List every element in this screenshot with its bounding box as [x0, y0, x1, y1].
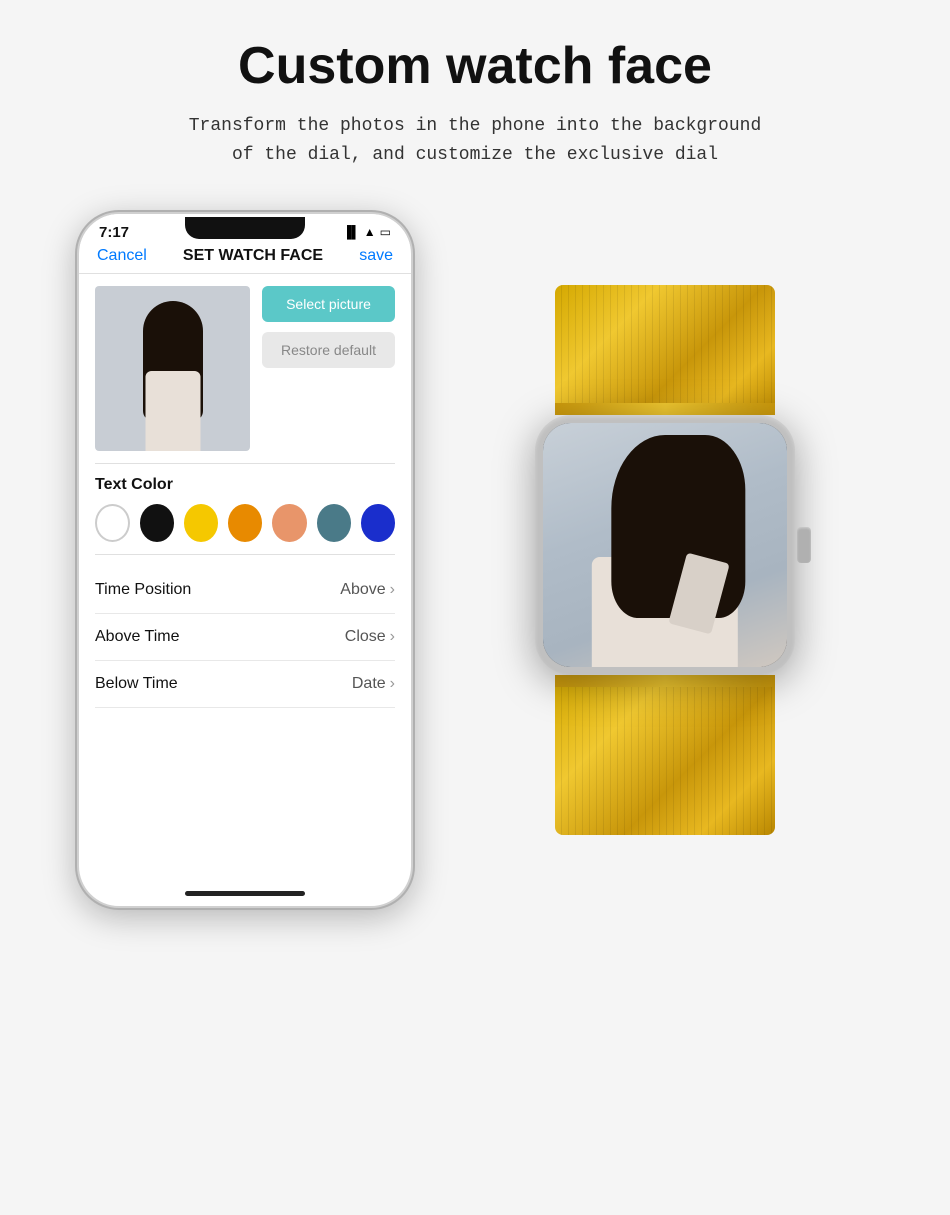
- above-time-label: Above Time: [95, 628, 179, 646]
- watch-body: [535, 415, 795, 675]
- section-divider-2: [95, 554, 395, 555]
- home-indicator: [185, 891, 305, 896]
- restore-default-button[interactable]: Restore default: [262, 332, 395, 368]
- color-teal[interactable]: [317, 504, 351, 542]
- text-color-label: Text Color: [95, 476, 395, 494]
- save-button[interactable]: save: [359, 247, 393, 265]
- page-subtitle: Transform the photos in the phone into t…: [189, 112, 762, 170]
- screen-title: SET WATCH FACE: [183, 247, 323, 265]
- above-time-value: Close ›: [345, 628, 395, 646]
- color-white[interactable]: [95, 504, 130, 542]
- chevron-icon-2: ›: [390, 628, 395, 646]
- phone-device: 7:17 ▐▌ ▲ ▭ Cancel SET WATCH FACE save: [75, 210, 415, 910]
- signal-icon: ▐▌: [343, 225, 360, 239]
- band-top-detail: [555, 403, 775, 415]
- settings-row-below-time[interactable]: Below Time Date ›: [95, 661, 395, 708]
- color-peach[interactable]: [272, 504, 306, 542]
- chevron-icon: ›: [390, 581, 395, 599]
- page-title: Custom watch face: [238, 36, 712, 96]
- action-buttons: Select picture Restore default: [262, 286, 395, 368]
- below-time-value: Date ›: [352, 675, 395, 693]
- color-yellow[interactable]: [184, 504, 218, 542]
- band-bottom-detail: [555, 675, 775, 687]
- watch-screen: [543, 423, 787, 667]
- wifi-icon: ▲: [364, 225, 376, 239]
- devices-row: 7:17 ▐▌ ▲ ▭ Cancel SET WATCH FACE save: [0, 210, 950, 910]
- color-orange[interactable]: [228, 504, 262, 542]
- time-position-label: Time Position: [95, 581, 191, 599]
- watch-device: [455, 210, 875, 910]
- select-picture-button[interactable]: Select picture: [262, 286, 395, 322]
- color-black[interactable]: [140, 504, 174, 542]
- settings-row-above-time[interactable]: Above Time Close ›: [95, 614, 395, 661]
- image-buttons-row: Select picture Restore default: [95, 286, 395, 451]
- color-swatches: [95, 504, 395, 542]
- time-position-value: Above ›: [340, 581, 395, 599]
- phone-notch: [185, 217, 305, 239]
- cancel-button[interactable]: Cancel: [97, 247, 147, 265]
- below-time-label: Below Time: [95, 675, 178, 693]
- chevron-icon-3: ›: [390, 675, 395, 693]
- watch-band-top: [555, 285, 775, 415]
- watch-face-image: [543, 423, 787, 667]
- phone-screen: 7:17 ▐▌ ▲ ▭ Cancel SET WATCH FACE save: [79, 214, 411, 906]
- phone-status-icons: ▐▌ ▲ ▭: [343, 225, 391, 239]
- watch-face-preview: [95, 286, 250, 451]
- watch-crown: [797, 527, 811, 563]
- phone-app-header: Cancel SET WATCH FACE save: [79, 247, 411, 273]
- girl-figure: [128, 301, 218, 451]
- battery-icon: ▭: [380, 225, 391, 239]
- phone-clock: 7:17: [99, 224, 129, 241]
- girl-body: [145, 371, 200, 451]
- phone-app-content: Select picture Restore default Text Colo…: [79, 274, 411, 883]
- color-blue[interactable]: [361, 504, 395, 542]
- section-divider-1: [95, 463, 395, 464]
- settings-row-time-position[interactable]: Time Position Above ›: [95, 567, 395, 614]
- watch-band-bottom: [555, 675, 775, 835]
